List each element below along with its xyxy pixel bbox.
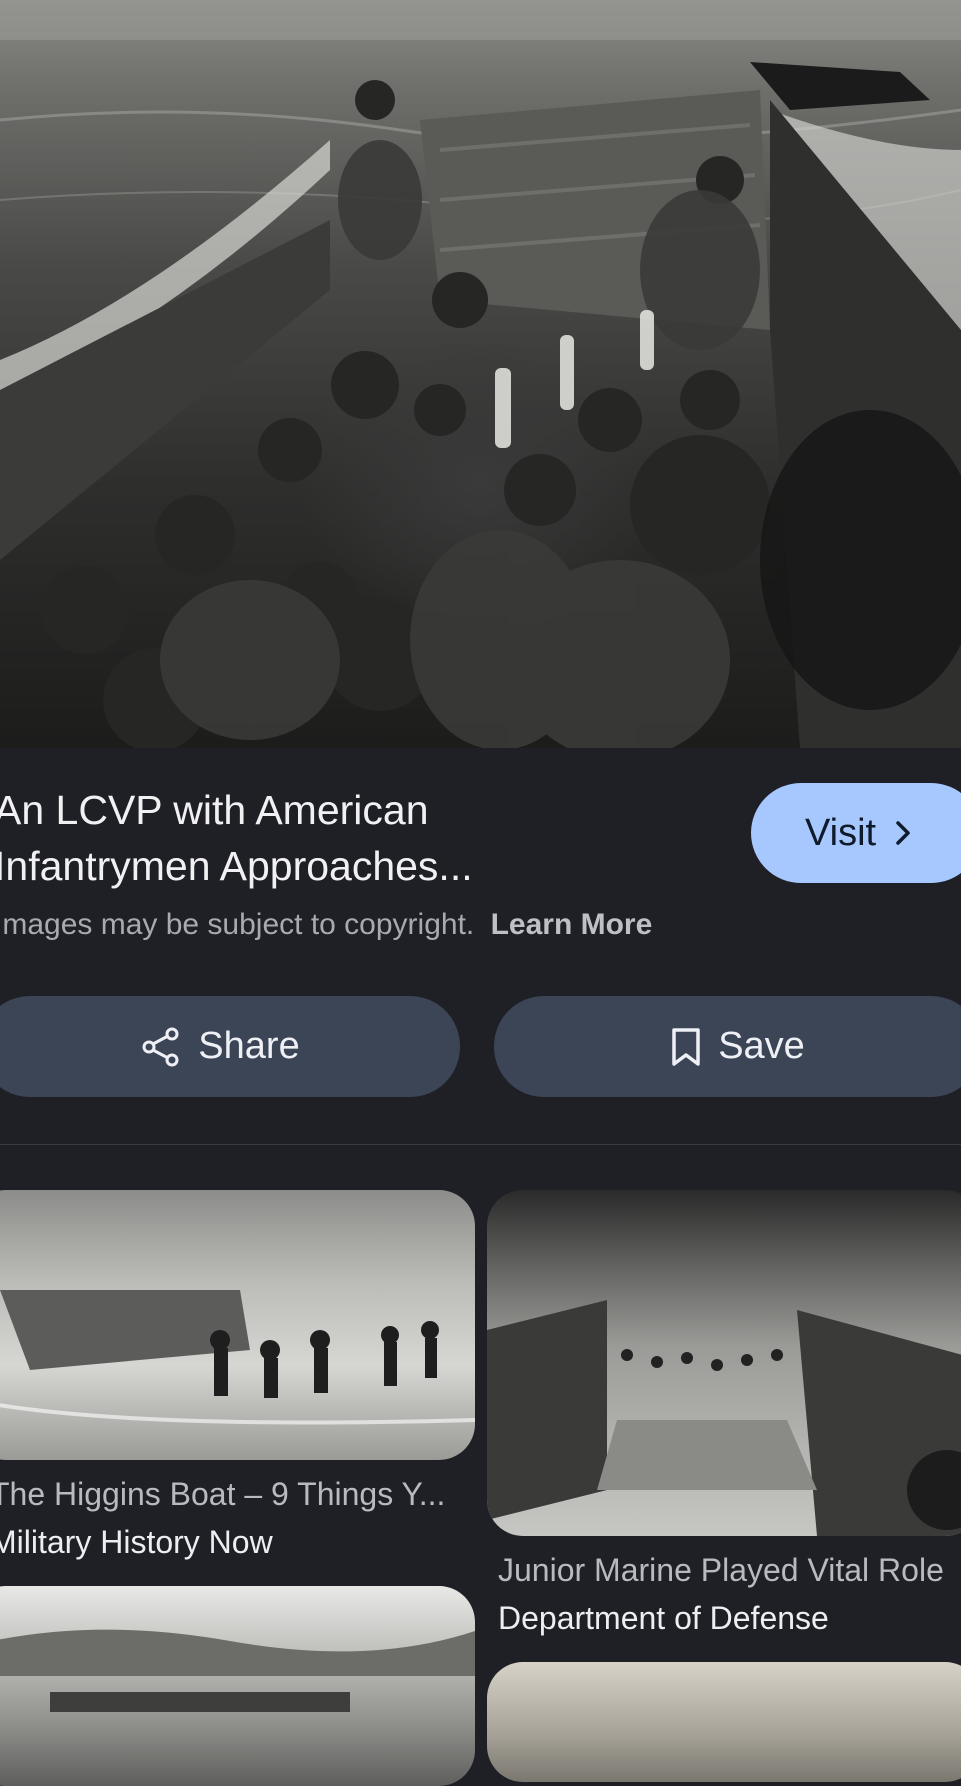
- save-button[interactable]: Save: [494, 996, 961, 1097]
- related-image[interactable]: [0, 1190, 475, 1460]
- related-source: Military History Now: [0, 1524, 273, 1560]
- related-image[interactable]: [487, 1190, 961, 1536]
- main-image[interactable]: [0, 0, 961, 748]
- related-source: Department of Defense: [498, 1600, 829, 1636]
- higgins-boat-photo: [0, 1290, 475, 1425]
- share-icon: [140, 1026, 182, 1068]
- result-title[interactable]: An LCVP with American Infantrymen Approa…: [0, 782, 714, 894]
- result-title-line2: Infantrymen Approaches...: [0, 843, 473, 889]
- result-title-line1: An LCVP with American: [0, 787, 429, 833]
- share-label: Share: [198, 1025, 300, 1067]
- share-button[interactable]: Share: [0, 996, 460, 1097]
- copyright-text: Images may be subject to copyright.: [0, 908, 475, 941]
- learn-more-link[interactable]: Learn More: [491, 908, 653, 941]
- coastline-photo: [0, 1629, 475, 1712]
- bookmark-icon: [670, 1026, 702, 1068]
- related-image[interactable]: [487, 1662, 961, 1782]
- related-title[interactable]: The Higgins Boat – 9 Things Y...: [0, 1476, 470, 1513]
- chevron-right-icon: [892, 819, 914, 847]
- landing-beach-photo: [487, 1300, 961, 1536]
- related-title[interactable]: Junior Marine Played Vital Role: [498, 1552, 961, 1589]
- save-label: Save: [718, 1025, 805, 1067]
- section-divider: [0, 1144, 961, 1145]
- landing-craft-photo: [0, 0, 961, 748]
- visit-button[interactable]: Visit: [751, 783, 961, 883]
- related-image[interactable]: [0, 1586, 475, 1786]
- copyright-notice: Images may be subject to copyright. Lear…: [0, 908, 652, 942]
- visit-label: Visit: [805, 811, 877, 854]
